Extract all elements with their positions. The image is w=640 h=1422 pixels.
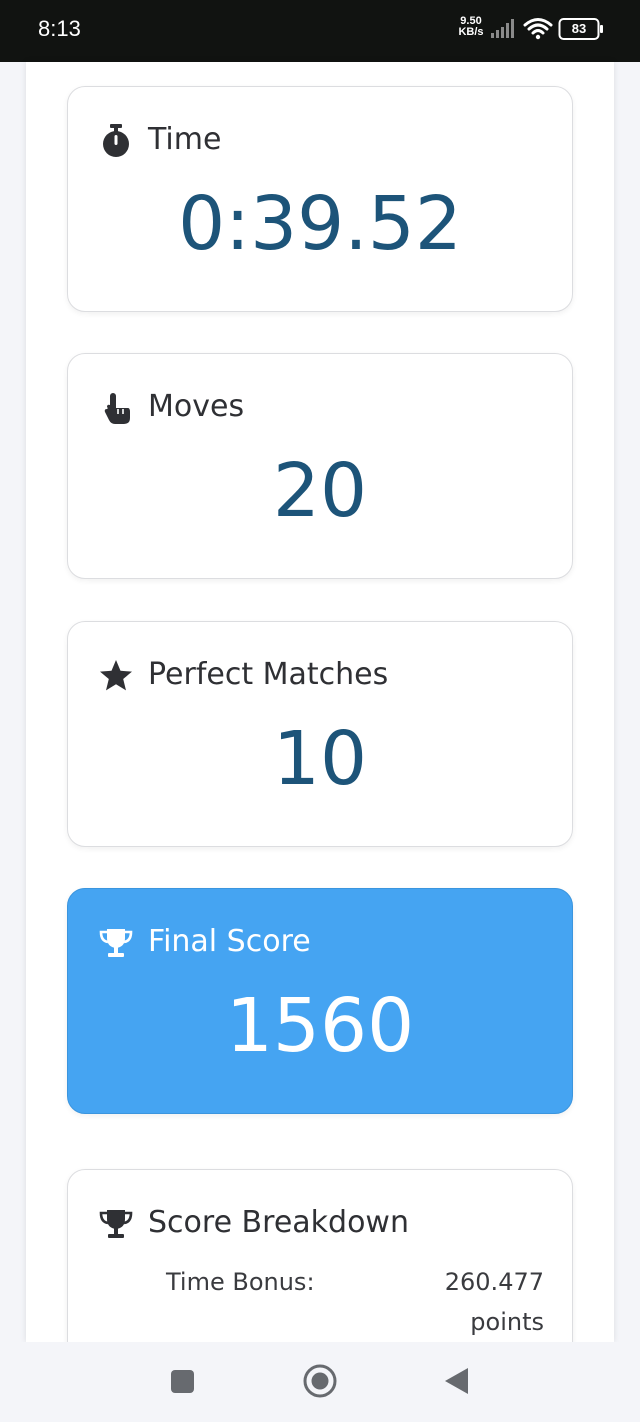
status-bar: 8:13 9.50 KB/s 83 — [0, 0, 640, 62]
network-speed: 9.50 KB/s — [456, 16, 486, 38]
status-time: 8:13 — [38, 16, 81, 41]
stopwatch-icon — [98, 123, 134, 159]
results-panel[interactable]: Time 0:39.52 Moves 20 Perfect Matches 10 — [26, 62, 614, 1342]
time-bonus-value: 260.477 points — [424, 1262, 544, 1342]
hand-pointer-icon — [98, 390, 134, 426]
perfect-matches-card: Perfect Matches 10 — [67, 621, 573, 847]
perfect-matches-label: Perfect Matches — [148, 657, 389, 692]
time-label: Time — [148, 122, 222, 157]
time-value: 0:39.52 — [178, 181, 462, 267]
final-score-label: Final Score — [148, 924, 311, 959]
time-bonus-amount: 260.477 — [444, 1268, 544, 1296]
trophy-icon — [98, 1206, 134, 1242]
battery-level: 83 — [571, 21, 587, 36]
recents-square-icon[interactable] — [162, 1362, 202, 1402]
moves-value: 20 — [272, 448, 368, 534]
star-icon — [98, 658, 134, 694]
score-breakdown-card: Score Breakdown Time Bonus: 260.477 poin… — [67, 1169, 573, 1342]
score-breakdown-title: Score Breakdown — [148, 1205, 409, 1240]
perfect-matches-value: 10 — [272, 716, 368, 802]
wifi-icon — [523, 16, 553, 40]
moves-label: Moves — [148, 389, 245, 424]
final-score-card: Final Score 1560 — [67, 888, 573, 1114]
moves-card: Moves 20 — [67, 353, 573, 579]
time-card: Time 0:39.52 — [67, 86, 573, 312]
trophy-icon — [98, 925, 134, 961]
final-score-value: 1560 — [225, 983, 415, 1069]
time-bonus-unit: points — [470, 1308, 544, 1336]
time-bonus-label: Time Bonus: — [166, 1268, 315, 1296]
battery-icon: 83 — [558, 17, 604, 41]
back-triangle-icon[interactable] — [437, 1362, 477, 1402]
network-speed-unit: KB/s — [458, 26, 484, 38]
system-navigation-bar — [0, 1342, 640, 1422]
home-circle-icon[interactable] — [300, 1362, 340, 1402]
signal-icon — [490, 17, 518, 39]
